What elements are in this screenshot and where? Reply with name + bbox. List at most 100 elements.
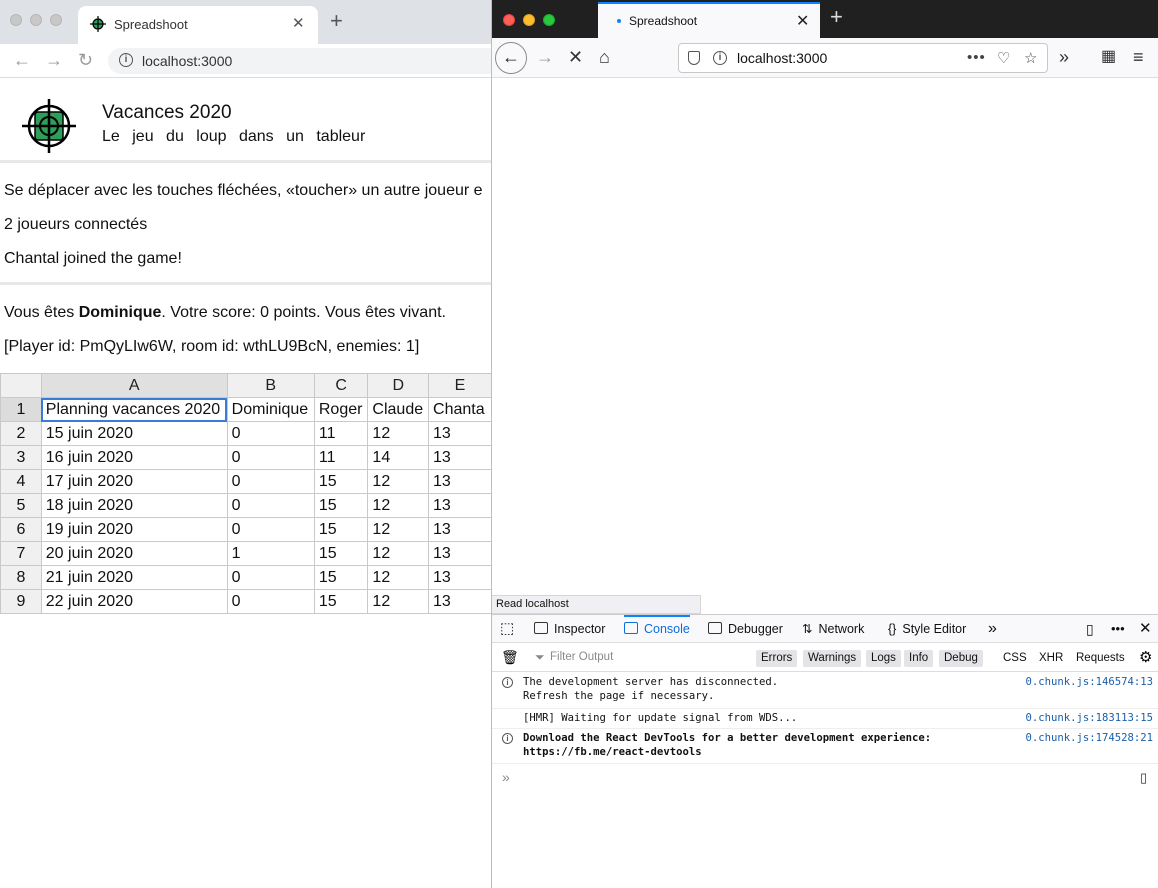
minimize-window-button[interactable] (30, 14, 42, 26)
stop-loading-icon[interactable]: ✕ (568, 47, 583, 67)
chrome-address-bar[interactable]: i localhost:3000 (108, 48, 492, 74)
grid-cell[interactable]: 0 (226, 421, 315, 446)
grid-cell[interactable]: Claude (367, 397, 430, 422)
grid-cell[interactable]: Planning vacances 2020 (40, 397, 228, 422)
grid-cell[interactable]: 13 (428, 421, 492, 446)
firefox-address-bar[interactable]: i localhost:3000 ••• ♡ ☆ (678, 43, 1048, 73)
console-input-prompt[interactable]: » (502, 769, 510, 785)
grid-cell[interactable]: 13 (428, 589, 492, 614)
forward-arrow-icon[interactable]: → (536, 47, 554, 67)
grid-cell[interactable]: 12 (367, 517, 430, 542)
grid-cell[interactable]: 12 (367, 565, 430, 590)
bookmark-star-icon[interactable]: ☆ (1024, 49, 1037, 67)
filter-css-button[interactable]: CSS (1003, 650, 1027, 667)
forward-arrow-icon[interactable]: → (45, 50, 63, 70)
select-all-corner[interactable] (0, 373, 42, 398)
row-header[interactable]: 4 (0, 469, 42, 494)
tab-debugger[interactable]: Debugger (708, 615, 783, 643)
grid-cell[interactable]: 0 (226, 493, 315, 518)
row-header[interactable]: 5 (0, 493, 42, 518)
column-header-e[interactable]: E (428, 373, 492, 398)
grid-cell[interactable]: 12 (367, 541, 430, 566)
grid-cell[interactable]: 13 (428, 469, 492, 494)
zoom-window-button[interactable] (50, 14, 62, 26)
grid-cell[interactable]: 13 (428, 541, 492, 566)
grid-cell[interactable]: Roger (313, 397, 369, 422)
grid-cell[interactable]: 0 (226, 589, 315, 614)
close-tab-icon[interactable]: ✕ (292, 14, 305, 32)
extensions-icon[interactable]: ▦ (1101, 47, 1116, 67)
tab-network[interactable]: ⇅ Network (802, 615, 864, 643)
close-window-button[interactable] (503, 14, 515, 26)
grid-cell[interactable]: 11 (313, 445, 369, 470)
site-info-icon[interactable]: i (119, 53, 133, 67)
firefox-tab-spreadshoot[interactable]: Spreadshoot ✕ (598, 2, 820, 38)
grid-cell[interactable]: 19 juin 2020 (40, 517, 228, 542)
grid-cell[interactable]: 0 (226, 469, 315, 494)
grid-cell[interactable]: 17 juin 2020 (40, 469, 228, 494)
back-arrow-icon[interactable]: ← (13, 50, 31, 70)
tab-console[interactable]: Console (624, 615, 690, 643)
dock-options-icon[interactable]: ▯ (1086, 615, 1094, 643)
tracking-shield-icon[interactable] (688, 51, 700, 65)
grid-cell[interactable]: 13 (428, 517, 492, 542)
filter-xhr-button[interactable]: XHR (1039, 650, 1063, 667)
grid-cell[interactable]: 13 (428, 445, 492, 470)
new-tab-button[interactable]: + (330, 10, 343, 32)
grid-cell[interactable]: 22 juin 2020 (40, 589, 228, 614)
grid-cell[interactable]: Chanta (428, 397, 492, 422)
grid-cell[interactable]: 20 juin 2020 (40, 541, 228, 566)
site-info-icon[interactable]: i (713, 51, 727, 65)
filter-errors-button[interactable]: Errors (756, 650, 798, 667)
grid-cell[interactable]: 0 (226, 517, 315, 542)
row-header[interactable]: 8 (0, 565, 42, 590)
page-actions-icon[interactable]: ••• (967, 49, 986, 66)
pocket-icon[interactable]: ♡ (997, 49, 1010, 67)
column-header-c[interactable]: C (313, 373, 369, 398)
grid-cell[interactable]: 12 (367, 469, 430, 494)
row-header[interactable]: 2 (0, 421, 42, 446)
grid-cell[interactable]: 15 (313, 541, 369, 566)
column-header-b[interactable]: B (226, 373, 315, 398)
grid-cell[interactable]: 15 (313, 517, 369, 542)
grid-cell[interactable]: 14 (367, 445, 430, 470)
close-devtools-icon[interactable]: ✕ (1139, 615, 1152, 643)
grid-cell[interactable]: 21 juin 2020 (40, 565, 228, 590)
grid-cell[interactable]: 12 (367, 589, 430, 614)
minimize-window-button[interactable] (523, 14, 535, 26)
console-settings-gear-icon[interactable]: ⚙ (1139, 648, 1152, 666)
chrome-tab-spreadshoot[interactable]: Spreadshoot ✕ (78, 6, 318, 44)
grid-cell[interactable]: Dominique (226, 397, 315, 422)
filter-logs-button[interactable]: Logs (866, 650, 901, 667)
element-picker-icon[interactable]: ⬚ (500, 615, 514, 643)
zoom-window-button[interactable] (543, 14, 555, 26)
grid-cell[interactable]: 15 (313, 469, 369, 494)
row-header[interactable]: 6 (0, 517, 42, 542)
column-header-d[interactable]: D (367, 373, 430, 398)
console-message-source-link[interactable]: 0.chunk.js:146574:13 (1025, 675, 1153, 689)
console-message-source-link[interactable]: 0.chunk.js:183113:15 (1025, 711, 1153, 725)
new-tab-button[interactable]: + (830, 6, 843, 28)
filter-output-input[interactable]: Filter Output (550, 651, 613, 663)
row-header[interactable]: 1 (0, 397, 42, 422)
grid-cell[interactable]: 13 (428, 493, 492, 518)
reload-icon[interactable]: ↻ (78, 50, 93, 70)
filter-warnings-button[interactable]: Warnings (803, 650, 862, 667)
overflow-chevron-icon[interactable]: » (1059, 47, 1069, 67)
column-header-a[interactable]: A (40, 373, 228, 398)
grid-cell[interactable]: 15 juin 2020 (40, 421, 228, 446)
grid-cell[interactable]: 1 (226, 541, 315, 566)
grid-cell[interactable]: 15 (313, 589, 369, 614)
split-editor-icon[interactable]: ▯ (1140, 770, 1147, 786)
grid-cell[interactable]: 11 (313, 421, 369, 446)
grid-cell[interactable]: 16 juin 2020 (40, 445, 228, 470)
grid-cell[interactable]: 18 juin 2020 (40, 493, 228, 518)
console-message-source-link[interactable]: 0.chunk.js:174528:21 (1025, 731, 1153, 745)
row-header[interactable]: 9 (0, 589, 42, 614)
close-window-button[interactable] (10, 14, 22, 26)
filter-requests-button[interactable]: Requests (1076, 650, 1125, 667)
hamburger-menu-icon[interactable]: ≡ (1133, 47, 1144, 67)
filter-info-button[interactable]: Info (904, 650, 934, 667)
grid-cell[interactable]: 12 (367, 493, 430, 518)
grid-cell[interactable]: 13 (428, 565, 492, 590)
